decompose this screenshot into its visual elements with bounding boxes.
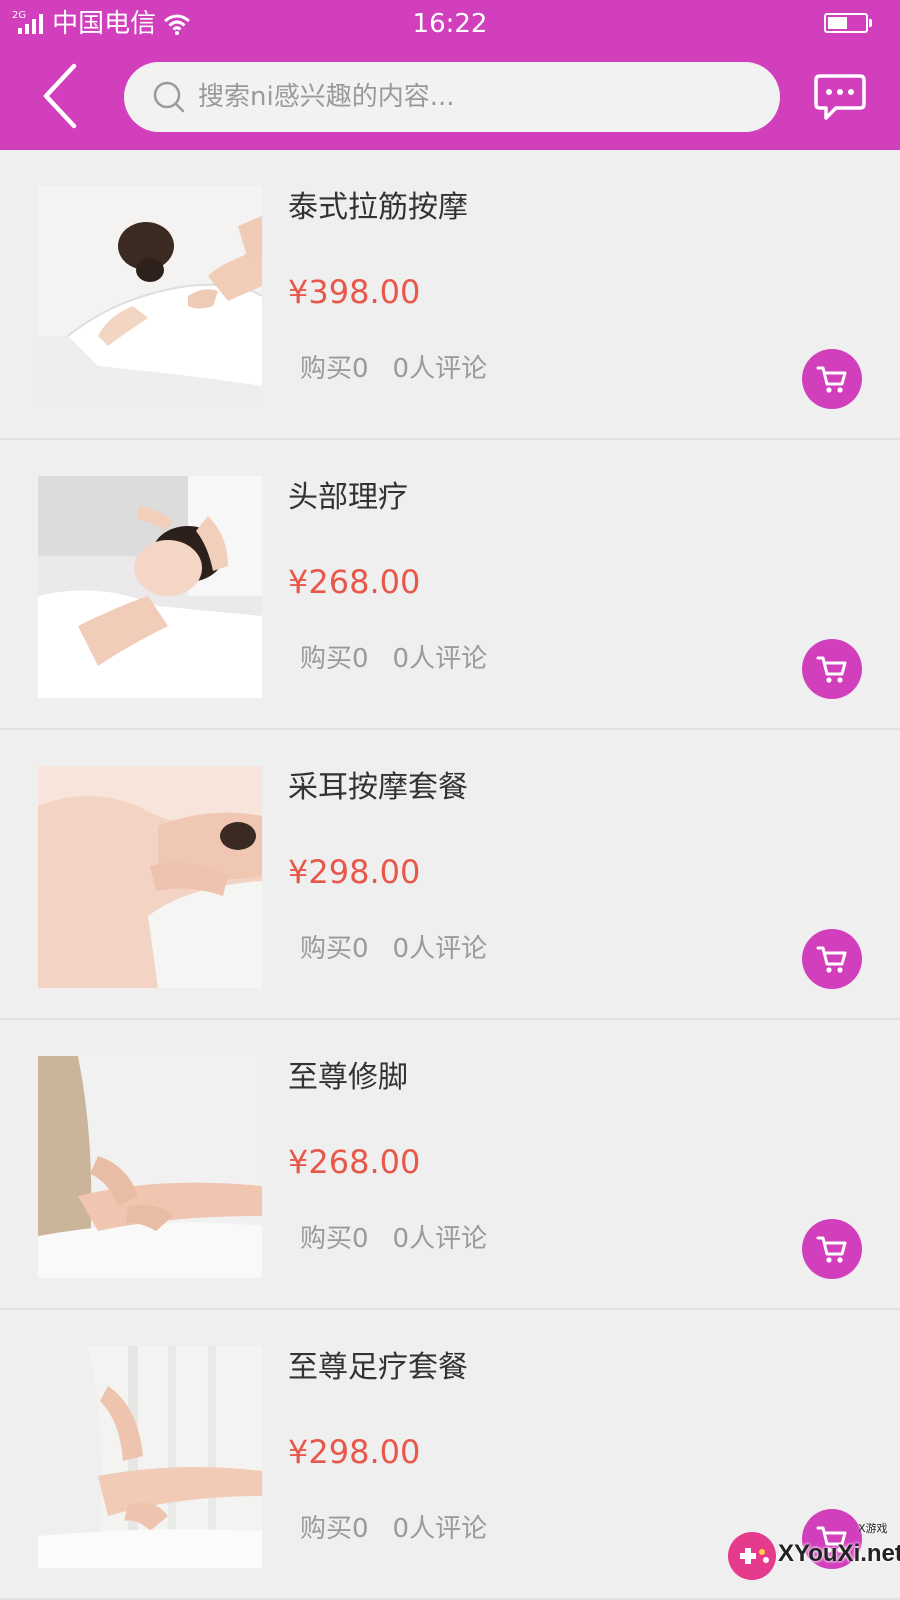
product-image[interactable] [38,476,262,698]
clock: 16:22 [412,9,488,39]
top-bar: 2G 中国电信 16:22 [0,0,900,150]
search-bar[interactable] [124,62,780,132]
cart-icon [816,366,847,393]
gamepad-logo-icon [728,1532,776,1580]
review-count: 0人评论 [392,354,488,384]
chevron-left-icon [43,63,77,129]
add-to-cart-button[interactable] [802,1219,862,1279]
product-meta: 购买0 0人评论 [300,932,487,966]
watermark-small-text: X游戏 [858,1522,888,1535]
status-bar: 2G 中国电信 16:22 [0,0,900,48]
add-to-cart-button[interactable] [802,349,862,409]
review-count: 0人评论 [392,1514,488,1544]
add-to-cart-button[interactable] [802,929,862,989]
product-item[interactable]: 采耳按摩套餐 ¥298.00 购买0 0人评论 [0,730,900,1020]
watermark: X游戏 XYouXi.net [726,1506,900,1600]
product-image[interactable] [38,1346,262,1568]
product-image[interactable] [38,1056,262,1278]
purchase-count: 购买0 [300,1514,369,1544]
product-price: ¥268.00 [288,563,421,601]
review-count: 0人评论 [392,934,488,964]
product-title[interactable]: 至尊修脚 [288,1058,408,1098]
cart-icon [816,946,847,973]
review-count: 0人评论 [392,644,488,674]
product-price: ¥298.00 [288,1433,421,1471]
cart-icon [816,1236,847,1263]
product-title[interactable]: 至尊足疗套餐 [288,1348,468,1388]
purchase-count: 购买0 [300,354,369,384]
product-price: ¥268.00 [288,1143,421,1181]
purchase-count: 购买0 [300,1224,369,1254]
product-meta: 购买0 0人评论 [300,352,487,386]
product-price: ¥298.00 [288,853,421,891]
watermark-text: XYouXi.net [778,1540,900,1567]
product-list: 泰式拉筋按摩 ¥398.00 购买0 0人评论 头部理疗 ¥268.00 购买0… [0,150,900,1600]
product-title[interactable]: 采耳按摩套餐 [288,768,468,808]
product-image[interactable] [38,766,262,988]
cart-icon [816,656,847,683]
product-image[interactable] [38,186,262,408]
chat-bubble-icon [814,74,866,120]
battery-icon [824,13,872,33]
product-item[interactable]: 头部理疗 ¥268.00 购买0 0人评论 [0,440,900,730]
purchase-count: 购买0 [300,644,369,674]
back-button[interactable] [30,58,90,134]
message-button[interactable] [812,72,868,124]
product-title[interactable]: 头部理疗 [288,478,408,518]
product-meta: 购买0 0人评论 [300,642,487,676]
search-input[interactable] [198,82,758,112]
product-meta: 购买0 0人评论 [300,1512,487,1546]
product-price: ¥398.00 [288,273,421,311]
product-meta: 购买0 0人评论 [300,1222,487,1256]
product-title[interactable]: 泰式拉筋按摩 [288,188,468,228]
purchase-count: 购买0 [300,934,369,964]
review-count: 0人评论 [392,1224,488,1254]
product-item[interactable]: 至尊修脚 ¥268.00 购买0 0人评论 [0,1020,900,1310]
add-to-cart-button[interactable] [802,639,862,699]
product-item[interactable]: 泰式拉筋按摩 ¥398.00 购买0 0人评论 [0,150,900,440]
search-icon [153,81,185,113]
